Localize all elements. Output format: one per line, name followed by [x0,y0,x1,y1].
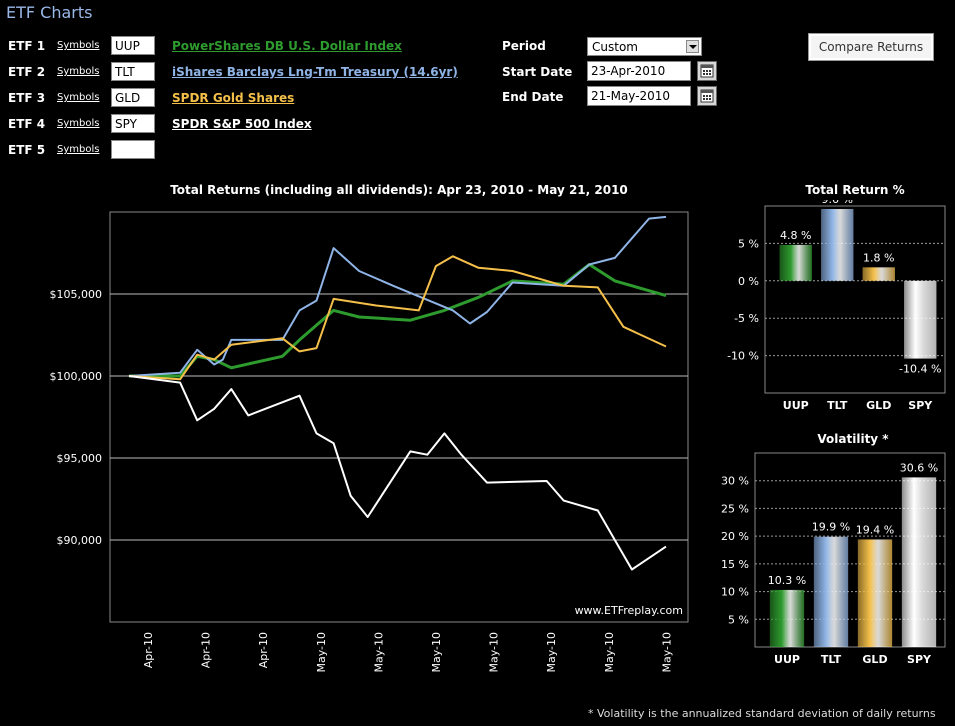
symbol-input[interactable] [111,140,155,159]
y-tick-label: $100,000 [50,370,103,383]
x-tick-label: May-10 [430,632,443,673]
etf-label: ETF 2 [8,65,46,79]
data-label: 4.8 % [780,229,811,242]
y-tick-label: $105,000 [50,288,103,301]
symbols-link[interactable]: Symbols [57,92,99,103]
symbols-link[interactable]: Symbols [57,66,99,77]
total-return-bar-chart: -10 % -5 % 0 % 5 % 4.8 % UUP 9.6 % TLT 1.8 % GLD -… [727,200,946,412]
symbols-link[interactable]: Symbols [57,144,99,155]
start-date-label: Start Date [502,65,573,79]
compare-returns-button[interactable]: Compare Returns [808,33,934,61]
y-tick-label: -10 % [727,350,759,363]
data-label: 19.4 % [856,523,894,536]
category-label: SPY [908,399,933,412]
x-tick-label: May-10 [315,632,328,673]
fund-name-link[interactable]: SPDR Gold Shares [172,91,294,105]
period-label: Period [502,39,546,53]
bar-uup [769,589,805,647]
series-line-tlt [128,215,667,377]
x-tick-label: Apr-10 [200,632,213,668]
y-tick-label: 20 % [721,530,749,543]
y-tick-label: $90,000 [57,534,103,547]
category-label: UUP [783,399,809,412]
period-select-value: Custom [592,40,638,54]
fund-name-link[interactable]: iShares Barclays Lng-Tm Treasury (14.6yr… [172,65,458,79]
etf-label: ETF 5 [8,143,46,157]
end-date-input[interactable]: 21-May-2010 [587,86,691,106]
category-label: GLD [866,399,891,412]
symbols-link[interactable]: Symbols [57,118,99,129]
y-tick-label: -5 % [734,312,759,325]
data-label: 1.8 % [863,251,894,264]
data-label: 19.9 % [812,521,850,534]
y-tick-label: 10 % [721,586,749,599]
watermark: www.ETFreplay.com [575,604,683,617]
y-tick-label: $95,000 [57,452,103,465]
y-tick-label: 5 % [738,237,759,250]
bar-gld [857,539,893,647]
symbol-input[interactable]: SPY [111,114,155,133]
y-tick-label: 30 % [721,475,749,488]
category-label: GLD [862,653,887,666]
category-label: TLT [827,399,848,412]
data-label: 9.6 % [822,200,853,206]
x-tick-label: May-10 [603,632,616,673]
calendar-icon [700,64,714,78]
y-tick-label: 25 % [721,502,749,515]
x-tick-label: May-10 [488,632,501,673]
x-tick-label: May-10 [545,632,558,673]
x-tick-label: May-10 [372,632,385,673]
returns-line-chart: $90,000 $95,000 $100,000 $105,000 Apr-10 Apr-… [50,211,689,673]
etf-label: ETF 3 [8,91,46,105]
category-label: TLT [821,653,842,666]
etf-label: ETF 1 [8,39,46,53]
data-label: 30.6 % [900,461,938,474]
end-calendar-button[interactable] [697,86,717,106]
category-label: UUP [774,653,800,666]
symbol-input[interactable]: TLT [111,62,155,81]
bar-tlt [821,208,854,281]
bar-gld [862,267,895,281]
volatility-bar-chart: 5 % 10 % 15 % 20 % 25 % 30 % 10.3 % UUP 19.9 % TL… [721,452,946,666]
x-tick-label: May-10 [660,632,673,673]
end-date-label: End Date [502,90,564,104]
period-select[interactable]: Custom [587,37,702,56]
volatility-chart-title: Volatility * [817,432,889,446]
app-title: ETF Charts [6,3,93,22]
bar-tlt [813,536,849,647]
symbol-input[interactable]: GLD [111,88,155,107]
x-tick-label: Apr-10 [257,632,270,668]
start-calendar-button[interactable] [697,61,717,81]
symbol-input[interactable]: UUP [111,36,155,55]
y-tick-label: 15 % [721,558,749,571]
data-label: 10.3 % [768,574,806,587]
data-label: -10.4 % [899,363,941,376]
x-tick-label: Apr-10 [142,632,155,668]
y-tick-label: 5 % [728,613,749,626]
bar-uup [779,244,812,281]
chevron-down-icon[interactable] [686,40,699,53]
fund-name-link[interactable]: SPDR S&P 500 Index [172,117,312,131]
y-tick-label: 0 % [738,275,759,288]
main-chart-title: Total Returns (including all dividends):… [170,183,628,197]
fund-name-link[interactable]: PowerShares DB U.S. Dollar Index [172,39,402,53]
start-date-input[interactable]: 23-Apr-2010 [587,61,691,81]
symbols-link[interactable]: Symbols [57,40,99,51]
category-label: SPY [907,653,932,666]
calendar-icon [700,89,714,103]
etf-label: ETF 4 [8,117,46,131]
bar-spy [904,280,937,359]
bar-spy [901,477,937,647]
total-return-chart-title: Total Return % [805,183,905,197]
volatility-footnote: * Volatility is the annualized standard … [588,707,936,720]
